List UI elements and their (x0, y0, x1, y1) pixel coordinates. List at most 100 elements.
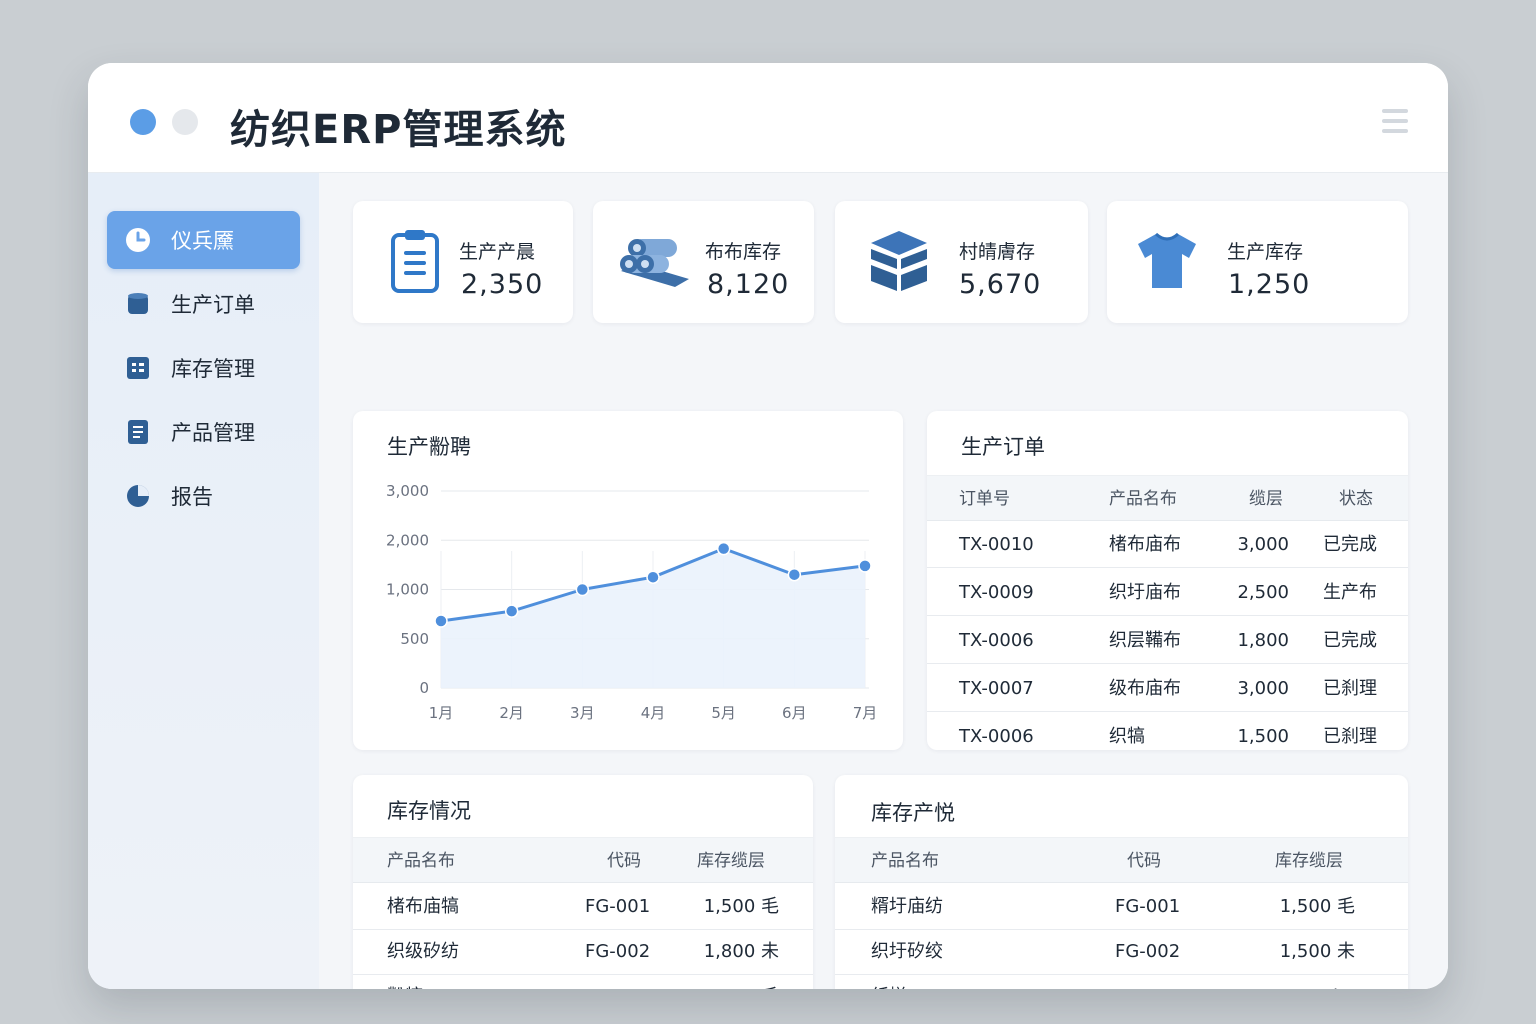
column-header: 产品名布 (387, 851, 455, 871)
table-row[interactable]: TX-0006 织犒 1,500 已刹理 (927, 714, 1408, 750)
x-tick-label: 7月 (853, 704, 878, 722)
x-tick-label: 1月 (429, 704, 454, 722)
app-title: 纺织ERP管理系统 (230, 107, 567, 153)
production-trend-chart: 0 500 1,000 2,000 3,000 1月 2月 3月 4月 5月 6月 7月 (386, 482, 878, 722)
sidebar-item-products[interactable]: 产品管理 (107, 403, 300, 461)
y-tick-label: 0 (419, 679, 429, 697)
product-code: FG-001 (585, 896, 651, 917)
stat-card-product-stock[interactable]: 生产库存 1,250 (1107, 201, 1408, 323)
data-point (575, 582, 590, 597)
status: 已完成 (1323, 534, 1377, 555)
inventory-output-card: 库存产悦 产品名布 代码 库存缆层 糈圩庙纺 FG-001 1,500 毛 织圩… (835, 775, 1408, 989)
stat-card-fabric-stock[interactable]: 布布库存 8,120 (593, 201, 814, 323)
table-row[interactable]: TX-0010 楮布庙布 3,000 已完成 (927, 522, 1408, 568)
boxes-icon (867, 229, 931, 293)
x-tick-label: 3月 (570, 704, 595, 722)
column-header: 库存缆层 (697, 851, 765, 871)
sidebar: 仪兵黡 生产订单 库存管理 产品管理 报告 (88, 173, 319, 989)
product-code: FG-002 (1115, 941, 1181, 962)
pie-chart-icon (125, 483, 151, 509)
product-name: 黺犒 (387, 974, 423, 989)
sidebar-item-label: 仪兵黡 (171, 229, 234, 253)
table-row[interactable]: TX-0007 级布庙布 3,000 已刹理 (927, 666, 1408, 712)
product-name: 织圩矽绞 (871, 941, 943, 962)
window-control-grey[interactable] (172, 109, 198, 135)
y-tick-label: 2,000 (386, 531, 429, 549)
product-name: 楮布庙布 (1109, 534, 1181, 555)
data-point (434, 614, 448, 628)
sidebar-item-reports[interactable]: 报告 (107, 467, 300, 525)
hamburger-menu-icon[interactable] (1382, 109, 1408, 135)
stat-label: 村皘膚存 (959, 241, 1036, 263)
grid-icon (125, 355, 151, 381)
quantity: 1,800 (1237, 630, 1289, 651)
sidebar-item-production-orders[interactable]: 生产订单 (107, 275, 300, 333)
status: 已完成 (1323, 630, 1377, 651)
sidebar-item-inventory[interactable]: 库存管理 (107, 339, 300, 397)
table-row[interactable]: TX-0009 织圩庙布 2,500 生产布 (927, 570, 1408, 616)
stock-quantity: 750 kg (1255, 974, 1355, 989)
fabric-rolls-icon (615, 229, 693, 293)
production-trend-card: 生产黺聘 0 500 1,000 2,000 3,000 1月 2月 3月 4月 5月 6月 7月 (353, 411, 903, 750)
table-row[interactable]: TX-0006 织层鞴布 1,800 已完成 (927, 618, 1408, 664)
inventory-card: 库存情况 产品名布 代码 库存缆层 楮布庙犒 FG-001 1,500 毛 织级… (353, 775, 813, 989)
stat-card-material-stock[interactable]: 村皘膚存 5,670 (835, 201, 1088, 323)
status: 已刹理 (1323, 678, 1377, 699)
column-header: 状态 (1339, 489, 1373, 509)
stock-quantity: 1,500 毛 (1279, 896, 1355, 917)
table-row[interactable]: 糈圩庙纺 FG-001 1,500 毛 (835, 884, 1408, 930)
window-control-blue[interactable] (130, 109, 156, 135)
sidebar-item-label: 库存管理 (171, 357, 255, 381)
quantity: 3,000 (1237, 534, 1289, 555)
table-header: 订单号 产品名布 缆层 状态 (927, 475, 1408, 521)
quantity: 3,000 (1237, 678, 1289, 699)
quantity: 2,500 (1237, 582, 1289, 603)
column-header: 产品名布 (871, 851, 939, 871)
table-row[interactable]: 黺犒 FG-003 750 毛 (353, 974, 813, 989)
product-name: 织圩庙布 (1109, 582, 1181, 603)
stock-quantity: 1,500 毛 (703, 896, 779, 917)
quantity: 1,500 (1237, 726, 1289, 747)
table-row[interactable]: 织圩矽绞 FG-002 1,500 未 (835, 929, 1408, 975)
table-header: 产品名布 代码 库存缆层 (353, 837, 813, 883)
cylinder-icon (125, 291, 151, 317)
data-point (504, 604, 519, 618)
stat-card-production[interactable]: 生产产晨 2,350 (353, 201, 573, 323)
product-code: FG-002 (585, 941, 651, 962)
stat-value: 8,120 (707, 269, 790, 300)
document-icon (125, 419, 151, 445)
production-orders-card: 生产订单 订单号 产品名布 缆层 状态 TX-0010 楮布庙布 3,000 已… (927, 411, 1408, 750)
sidebar-item-label: 生产订单 (171, 293, 255, 317)
product-name: 织犒 (1109, 726, 1145, 747)
column-header: 库存缆层 (1275, 851, 1343, 871)
x-tick-label: 4月 (641, 704, 666, 722)
x-tick-label: 2月 (499, 704, 524, 722)
order-id: TX-0010 (959, 534, 1034, 555)
product-code: YM-001 (1115, 974, 1182, 989)
data-point (858, 559, 872, 573)
x-tick-label: 5月 (711, 704, 736, 722)
stat-value: 1,250 (1228, 269, 1311, 300)
column-header: 代码 (1127, 851, 1161, 871)
sidebar-item-dashboard[interactable]: 仪兵黡 (107, 211, 300, 269)
product-name: 织级矽纺 (387, 941, 459, 962)
stat-value: 2,350 (461, 269, 544, 300)
y-tick-label: 500 (400, 630, 429, 648)
order-id: TX-0007 (959, 678, 1034, 699)
product-name: 楮布庙犒 (387, 896, 459, 917)
stat-label: 布布库存 (705, 241, 782, 263)
column-header: 代码 (607, 851, 641, 871)
stat-label: 生产库存 (1227, 241, 1304, 263)
stat-label: 生产产晨 (459, 241, 536, 263)
table-row[interactable]: 纤椾 YM-001 750 kg (835, 974, 1408, 989)
product-name: 纤椾 (871, 974, 907, 989)
order-id: TX-0009 (959, 582, 1034, 603)
order-id: TX-0006 (959, 726, 1034, 747)
status: 已刹理 (1323, 726, 1377, 747)
clipboard-icon (383, 229, 447, 293)
product-code: FG-001 (1115, 896, 1181, 917)
table-row[interactable]: 楮布庙犒 FG-001 1,500 毛 (353, 884, 813, 930)
data-point (716, 541, 731, 556)
table-row[interactable]: 织级矽纺 FG-002 1,800 未 (353, 929, 813, 975)
title-bar: 纺织ERP管理系统 (88, 63, 1448, 173)
